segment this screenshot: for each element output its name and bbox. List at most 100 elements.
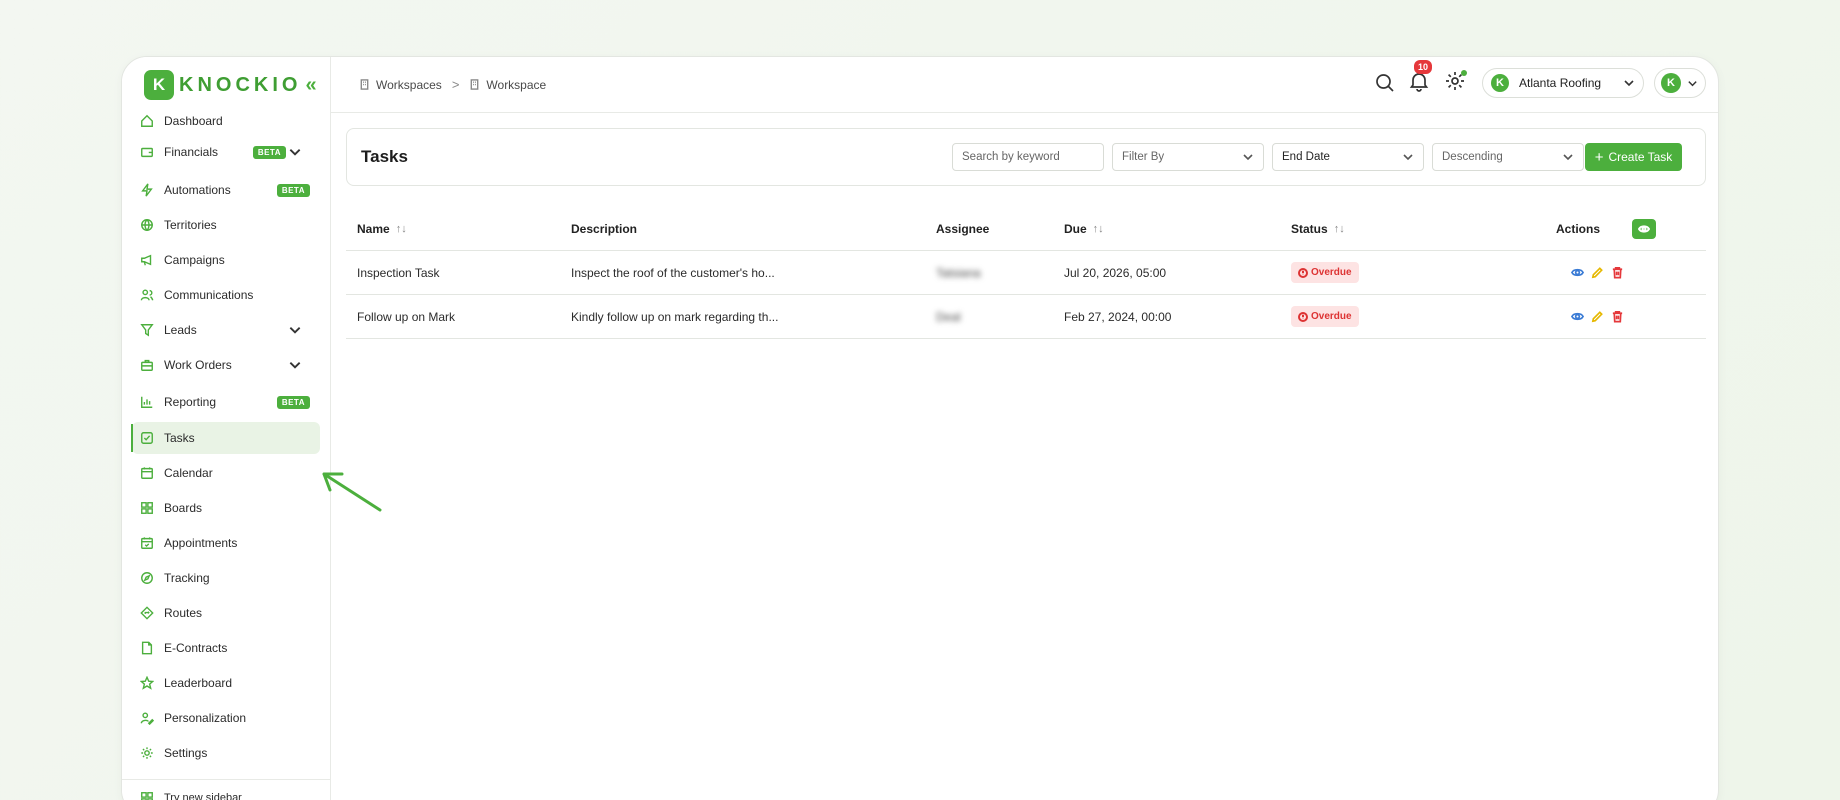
alert-circle-icon [1298, 267, 1308, 278]
sidebar-item-label: Calendar [164, 466, 213, 480]
sidebar-item-label: Personalization [164, 711, 247, 725]
sidebar-item-routes[interactable]: Routes [132, 597, 320, 629]
filter-select[interactable]: Filter By [1112, 143, 1264, 171]
table-header: Name ↑↓ Description Assignee Due ↑↓ Status… [346, 207, 1706, 251]
sidebar-item-financials[interactable]: Financials BETA [132, 136, 320, 168]
chevron-down-icon[interactable] [288, 358, 302, 372]
sidebar-item-reporting[interactable]: Reporting BETA [132, 386, 320, 418]
sidebar-item-automations[interactable]: Automations BETA [132, 174, 320, 206]
sidebar-item-calendar[interactable]: Calendar [132, 457, 320, 489]
task-description: Kindly follow up on mark regarding th... [571, 309, 779, 324]
chevron-down-icon[interactable] [288, 323, 302, 337]
table-row[interactable]: Inspection Task Inspect the roof of the … [346, 251, 1706, 295]
tasks-header: Tasks Filter By End Date Descending + Cr… [346, 128, 1706, 186]
sidebar-item-leads[interactable]: Leads [132, 314, 320, 346]
sidebar-item-territories[interactable]: Territories [132, 209, 320, 241]
delete-icon[interactable] [1611, 266, 1624, 279]
chevron-down-icon[interactable] [288, 145, 302, 159]
briefcase-icon [141, 359, 153, 371]
checkbox-icon [141, 432, 153, 444]
organization-name: Atlanta Roofing [1519, 76, 1602, 90]
chevron-down-icon [1403, 154, 1413, 161]
sidebar-item-label: Communications [164, 288, 254, 302]
sidebar-item-boards[interactable]: Boards [132, 492, 320, 524]
task-name[interactable]: Follow up on Mark [357, 295, 455, 338]
date-field-select[interactable]: End Date [1272, 143, 1424, 171]
search-icon[interactable] [1374, 72, 1396, 94]
task-status: Overdue [1291, 295, 1359, 338]
chevron-down-icon [1563, 154, 1573, 161]
task-due: Jul 20, 2026, 05:00 [1064, 265, 1167, 280]
try-new-sidebar-link[interactable]: Try new sidebar [122, 779, 331, 800]
column-status-label: Status [1291, 221, 1328, 236]
sidebar-item-e-contracts[interactable]: E-Contracts [132, 632, 320, 664]
notifications-button[interactable]: 10 [1408, 59, 1433, 97]
task-due: Feb 27, 2024, 00:00 [1064, 309, 1172, 324]
sort-order-select[interactable]: Descending [1432, 143, 1584, 171]
bolt-icon [141, 183, 153, 197]
sidebar-item-label: Appointments [164, 536, 238, 550]
sidebar-item-personalization[interactable]: Personalization [132, 702, 320, 734]
sidebar-item-leaderboard[interactable]: Leaderboard [132, 667, 320, 699]
eye-icon [1638, 224, 1650, 233]
grid-icon [141, 502, 153, 514]
sidebar-item-label: Reporting [164, 395, 217, 409]
funnel-icon [140, 324, 154, 337]
status-dot [1461, 69, 1467, 76]
sort-icon[interactable]: ↑↓ [1334, 223, 1345, 235]
edit-icon[interactable] [1591, 266, 1604, 279]
column-name[interactable]: Name ↑↓ [357, 207, 407, 250]
organization-select[interactable]: K Atlanta Roofing [1482, 68, 1644, 98]
sidebar-item-label: Tasks [164, 431, 195, 445]
gear-icon [141, 747, 153, 759]
sidebar-item-tracking[interactable]: Tracking [132, 562, 320, 594]
globe-icon [141, 219, 153, 231]
column-visibility-toggle[interactable] [1632, 207, 1656, 250]
sidebar-item-dashboard[interactable]: Dashboard [132, 105, 320, 137]
column-status[interactable]: Status ↑↓ [1291, 207, 1345, 250]
view-icon[interactable] [1571, 266, 1584, 279]
logo-text: KNOCKIO [179, 73, 302, 96]
home-icon [141, 114, 153, 127]
search-field[interactable] [952, 143, 1104, 171]
column-visibility-button[interactable] [1632, 218, 1656, 239]
sort-icon[interactable]: ↑↓ [1093, 223, 1104, 235]
sidebar-item-campaigns[interactable]: Campaigns [132, 244, 320, 276]
view-icon[interactable] [1571, 310, 1584, 323]
annotation-arrow [322, 472, 382, 512]
breadcrumb-workspace[interactable]: Workspace [486, 78, 546, 92]
sidebar-item-appointments[interactable]: Appointments [132, 527, 320, 559]
sidebar-item-tasks[interactable]: Tasks [131, 422, 320, 454]
settings-button[interactable] [1444, 69, 1467, 97]
sidebar-item-label: Campaigns [164, 253, 225, 267]
sidebar-item-work-orders[interactable]: Work Orders [132, 349, 320, 381]
sidebar-item-label: Financials [164, 145, 219, 159]
status-label: Overdue [1311, 267, 1352, 278]
edit-icon[interactable] [1591, 310, 1604, 323]
breadcrumb-workspaces[interactable]: Workspaces [376, 78, 442, 92]
sidebar-item-label: Routes [164, 606, 203, 620]
sort-icon[interactable]: ↑↓ [396, 223, 407, 235]
sidebar-item-label: Automations [164, 183, 231, 197]
sidebar-item-settings[interactable]: Settings [132, 737, 320, 769]
delete-icon[interactable] [1611, 310, 1624, 323]
task-name[interactable]: Inspection Task [357, 251, 440, 294]
column-actions: Actions [1556, 207, 1600, 250]
sidebar-item-label: E-Contracts [164, 641, 228, 655]
people-icon [140, 289, 154, 301]
sidebar-item-label: Dashboard [164, 114, 223, 128]
search-input[interactable] [962, 151, 1103, 163]
sort-order-label: Descending [1442, 151, 1503, 163]
page-title: Tasks [361, 147, 408, 166]
table-row[interactable]: Follow up on Mark Kindly follow up on ma… [346, 295, 1706, 339]
collapse-sidebar-icon[interactable]: « [305, 74, 316, 97]
sidebar-item-label: Settings [164, 746, 208, 760]
row-actions [1571, 295, 1631, 338]
sidebar-item-communications[interactable]: Communications [132, 279, 320, 311]
sidebar-item-label: Territories [164, 218, 217, 232]
calendar-icon [141, 467, 153, 479]
column-description-label: Description [571, 221, 638, 236]
column-due[interactable]: Due ↑↓ [1064, 207, 1104, 250]
user-menu[interactable]: K [1654, 68, 1706, 98]
create-task-button[interactable]: + Create Task [1585, 143, 1682, 171]
